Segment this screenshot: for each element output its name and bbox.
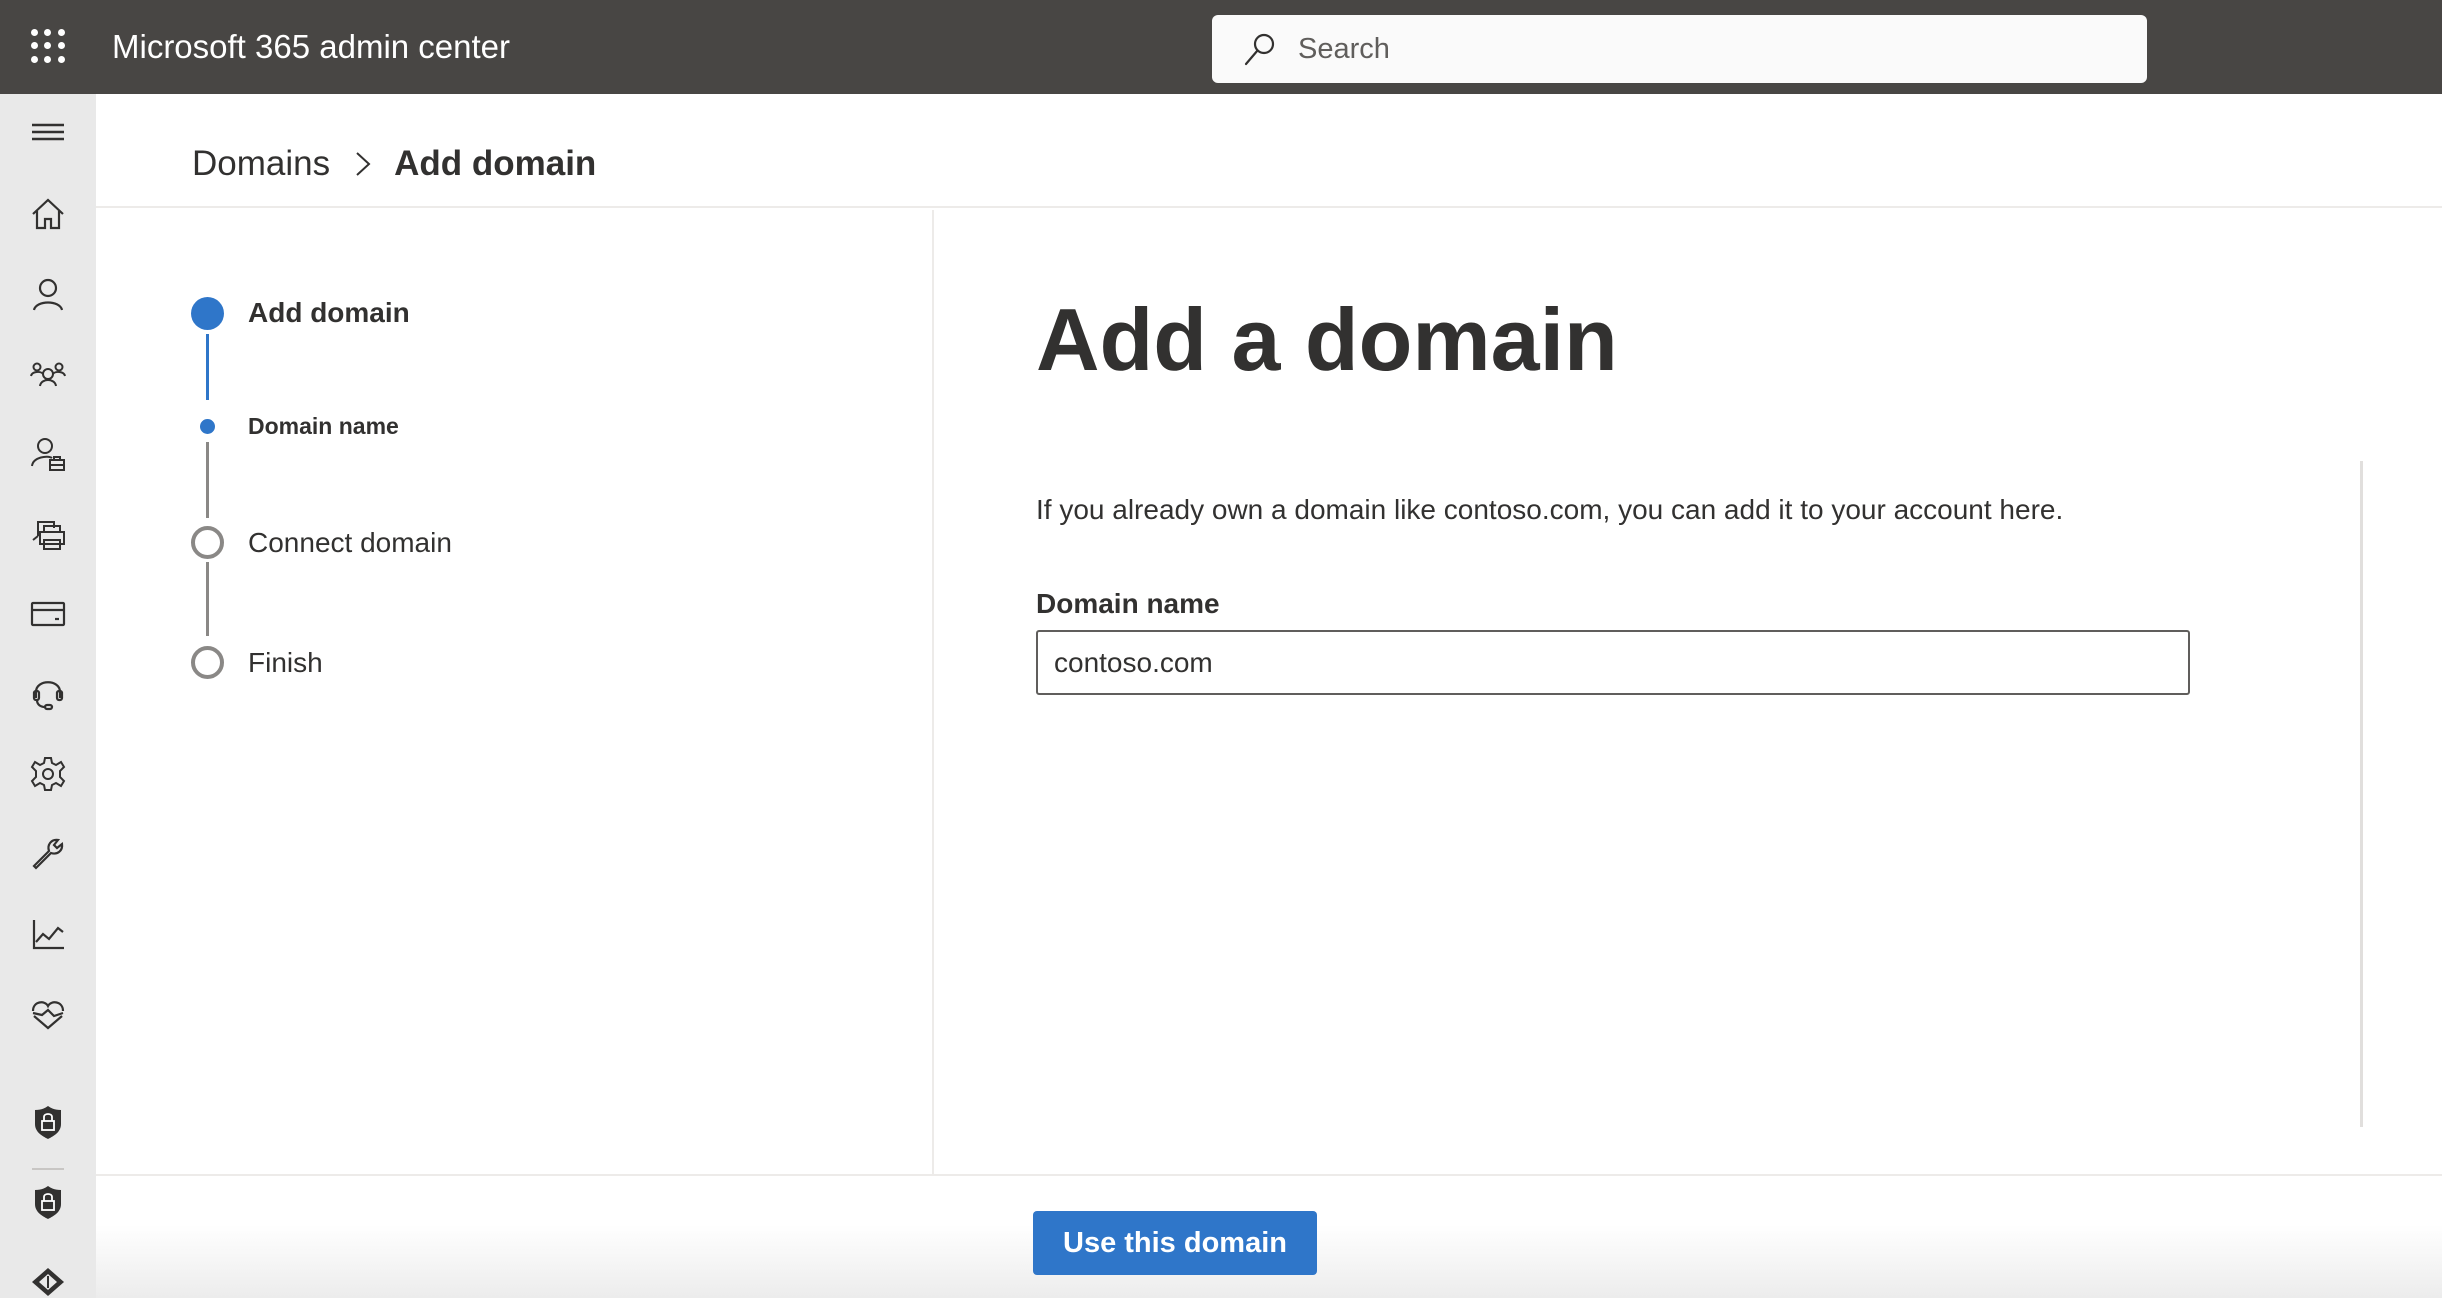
- home-icon[interactable]: [28, 194, 68, 234]
- substep-active-indicator: [200, 419, 215, 434]
- main-content: Add a domain If you already own a domain…: [936, 210, 2442, 1174]
- domain-name-label: Domain name: [1036, 588, 1220, 619]
- app-launcher-icon[interactable]: [30, 28, 66, 64]
- step-connect-domain: Connect domain: [248, 527, 452, 558]
- description-text: If you already own a domain like contoso…: [1036, 494, 2064, 525]
- step-finish: Finish: [248, 647, 323, 678]
- step-connector: [206, 442, 209, 518]
- resources-icon[interactable]: [28, 514, 68, 554]
- setup-icon[interactable]: [28, 834, 68, 874]
- step-pending-indicator: [191, 526, 224, 559]
- reports-icon[interactable]: [28, 914, 68, 954]
- page-title: Add a domain: [1036, 290, 1618, 389]
- security-icon[interactable]: [28, 1102, 68, 1142]
- page-header: Domains Add domain: [96, 94, 2442, 208]
- chevron-right-icon: [356, 152, 371, 176]
- wizard-footer: Use this domain: [96, 1174, 2442, 1298]
- breadcrumb-current: Add domain: [394, 144, 597, 183]
- search-icon: [1244, 33, 1275, 66]
- domain-name-input[interactable]: [1036, 630, 2190, 695]
- search-input[interactable]: [1298, 32, 2098, 66]
- top-bar: Microsoft 365 admin center: [0, 0, 2442, 94]
- compliance-icon[interactable]: [28, 1182, 68, 1222]
- breadcrumb: Domains Add domain: [192, 142, 596, 186]
- step-pending-indicator: [191, 646, 224, 679]
- nav-divider: [32, 1168, 64, 1170]
- groups-icon[interactable]: [28, 354, 68, 394]
- breadcrumb-domains-link[interactable]: Domains: [192, 142, 330, 186]
- use-this-domain-button[interactable]: Use this domain: [1033, 1211, 1317, 1275]
- admin-centers-icon[interactable]: [28, 1262, 68, 1302]
- billing-icon[interactable]: [28, 594, 68, 634]
- support-icon[interactable]: [28, 674, 68, 714]
- step-connector: [206, 562, 209, 636]
- hamburger-menu-icon[interactable]: [28, 114, 68, 154]
- step-add-domain: Add domain: [248, 297, 410, 328]
- app-title[interactable]: Microsoft 365 admin center: [112, 24, 510, 70]
- step-active-indicator: [191, 297, 224, 330]
- health-icon[interactable]: [28, 994, 68, 1034]
- step-domain-name: Domain name: [248, 413, 399, 439]
- search-box[interactable]: [1212, 15, 2147, 83]
- settings-icon[interactable]: [28, 754, 68, 794]
- nav-rail: [0, 94, 96, 1298]
- wizard-stepper: Add domain Domain name Connect domain Fi…: [96, 210, 934, 1174]
- scrollbar[interactable]: [2360, 461, 2363, 1127]
- step-connector-done: [206, 334, 209, 400]
- roles-icon[interactable]: [28, 434, 68, 474]
- user-icon[interactable]: [28, 274, 68, 314]
